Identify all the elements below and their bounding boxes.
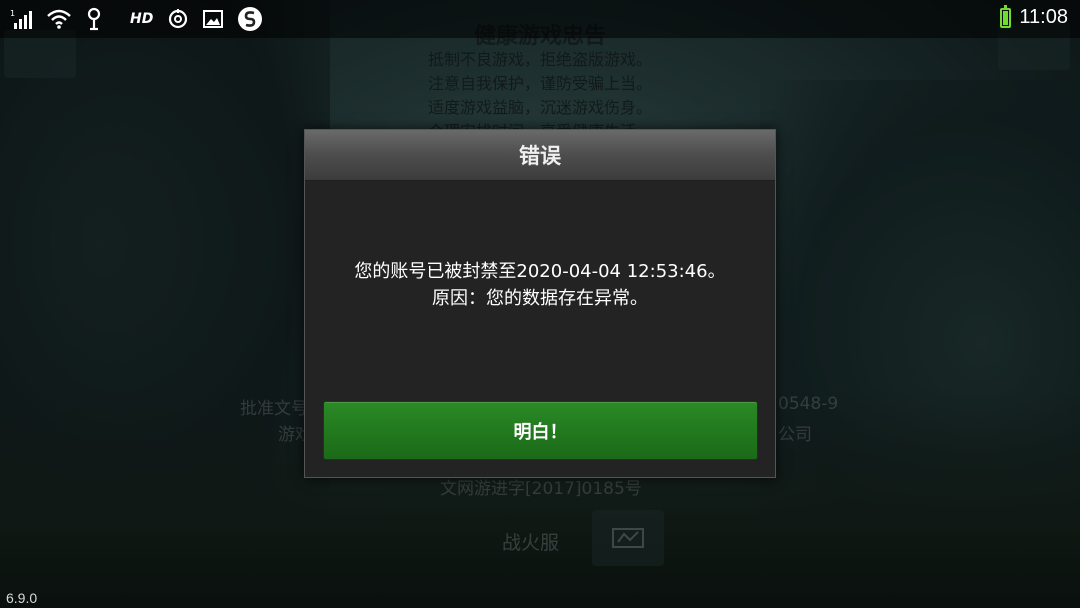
error-dialog: 错误 您的账号已被封禁至2020-04-04 12:53:46。 原因：您的数据…: [304, 129, 776, 478]
s-app-icon: [237, 6, 263, 32]
dialog-message: 您的账号已被封禁至2020-04-04 12:53:46。 原因：您的数据存在异…: [305, 258, 775, 312]
wifi-icon: [46, 8, 72, 30]
sync-icon: [167, 8, 189, 30]
version-label: 6.9.0: [6, 590, 38, 606]
confirm-button[interactable]: 明白！: [323, 401, 758, 460]
hd-icon: HD: [130, 11, 154, 27]
gallery-icon: [203, 10, 224, 28]
dialog-header: 错误: [305, 130, 775, 181]
status-bar: 1 HD 11:08: [0, 0, 1080, 38]
confirm-button-label: 明白！: [513, 421, 568, 443]
location-icon: [86, 7, 102, 31]
battery-icon: [1000, 4, 1012, 28]
status-clock: 11:08: [1019, 6, 1068, 28]
ban-reason: 原因：您的数据存在异常。: [432, 288, 648, 309]
signal-icon: 1: [10, 8, 32, 30]
ban-message: 您的账号已被封禁至2020-04-04 12:53:46。: [354, 261, 726, 282]
dialog-title: 错误: [519, 144, 561, 168]
svg-text:1: 1: [10, 9, 15, 18]
